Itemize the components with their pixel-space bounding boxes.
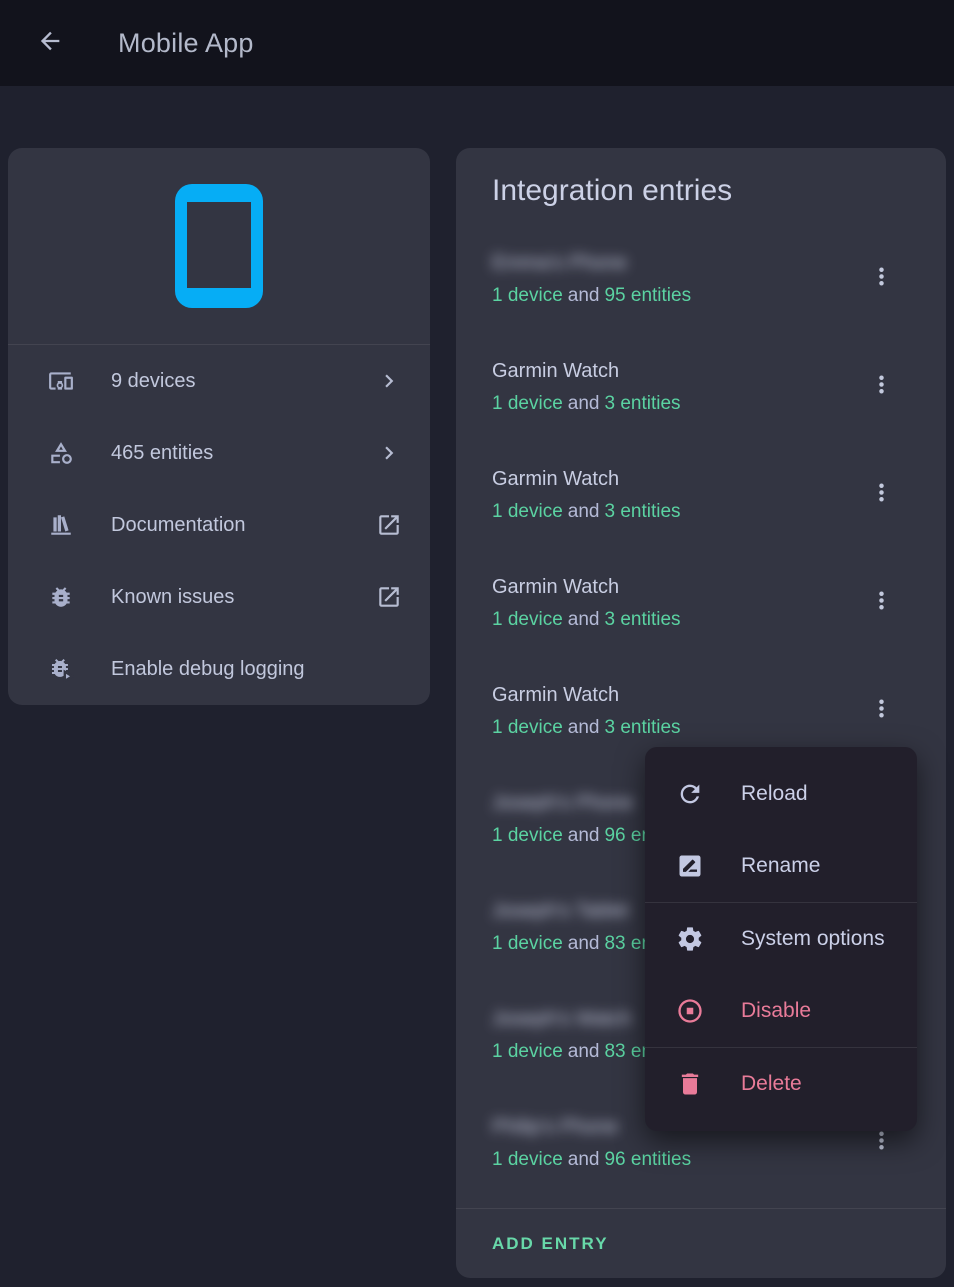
entry-subtitle-separator: and xyxy=(568,609,600,630)
entry-menu-button[interactable] xyxy=(857,687,905,735)
devices-row[interactable]: 9 devices xyxy=(8,345,430,417)
entry-devices-link[interactable]: 1 device xyxy=(492,1149,563,1170)
menu-item-label: Delete xyxy=(741,1072,802,1096)
app-header: Mobile App xyxy=(0,0,954,86)
known-issues-link-label: Known issues xyxy=(111,586,376,609)
entry-subtitle: 1 deviceand3 entities xyxy=(492,607,910,632)
dots-vertical-icon xyxy=(868,371,895,403)
menu-item-disable[interactable]: Disable xyxy=(645,975,917,1047)
entities-link-label: 465 entities xyxy=(111,442,376,465)
page-title: Mobile App xyxy=(118,28,254,59)
entry-devices-link[interactable]: 1 device xyxy=(492,933,563,954)
entry-entities-link[interactable]: 3 entities xyxy=(604,609,680,630)
devices-link-label: 9 devices xyxy=(111,370,376,393)
entry-subtitle-separator: and xyxy=(568,393,600,414)
integration-info-card: 9 devices 465 entities Documentation Kno… xyxy=(8,148,430,705)
integration-entry-row[interactable]: Garmin Watch 1 deviceand3 entities xyxy=(456,441,946,549)
menu-item-delete[interactable]: Delete xyxy=(645,1048,917,1120)
menu-item-reload[interactable]: Reload xyxy=(645,758,917,830)
back-button[interactable] xyxy=(34,27,66,59)
entry-name: Emma's Phone xyxy=(492,250,910,277)
menu-item-label: Reload xyxy=(741,782,808,806)
bookshelf-icon xyxy=(48,512,74,538)
integration-entry-row[interactable]: Emma's Phone 1 deviceand95 entities xyxy=(456,225,946,333)
entry-subtitle-separator: and xyxy=(568,501,600,522)
menu-item-label: Rename xyxy=(741,854,820,878)
documentation-link-label: Documentation xyxy=(111,514,376,537)
entries-card-title: Integration entries xyxy=(456,148,946,225)
entries-card-footer: ADD ENTRY xyxy=(456,1208,946,1278)
menu-item-rename[interactable]: Rename xyxy=(645,830,917,902)
entities-row[interactable]: 465 entities xyxy=(8,417,430,489)
entry-name: Garmin Watch xyxy=(492,682,910,709)
stop-circle-outline-icon xyxy=(676,997,704,1025)
delete-icon xyxy=(676,1070,704,1098)
entry-entities-link[interactable]: 3 entities xyxy=(604,393,680,414)
menu-item-label: Disable xyxy=(741,999,811,1023)
dots-vertical-icon xyxy=(868,695,895,727)
entry-context-menu: Reload Rename System options Disable Del… xyxy=(645,747,917,1131)
arrow-left-icon xyxy=(36,27,64,60)
entry-devices-link[interactable]: 1 device xyxy=(492,393,563,414)
devices-icon xyxy=(48,368,74,394)
rename-box-icon xyxy=(676,852,704,880)
shapes-icon xyxy=(48,440,74,466)
entry-subtitle-separator: and xyxy=(568,825,600,846)
enable-debug-logging-row[interactable]: Enable debug logging xyxy=(8,633,430,705)
entry-subtitle-separator: and xyxy=(568,285,600,306)
dots-vertical-icon xyxy=(868,479,895,511)
open-in-new-icon xyxy=(376,584,402,610)
entry-entities-link[interactable]: 3 entities xyxy=(604,501,680,522)
refresh-icon xyxy=(676,780,704,808)
entry-entities-link[interactable]: 95 entities xyxy=(604,285,691,306)
add-entry-button[interactable]: ADD ENTRY xyxy=(492,1234,609,1254)
entry-menu-button[interactable] xyxy=(857,363,905,411)
cog-icon xyxy=(676,925,704,953)
entry-menu-button[interactable] xyxy=(857,579,905,627)
entry-devices-link[interactable]: 1 device xyxy=(492,501,563,522)
dots-vertical-icon xyxy=(868,1127,895,1159)
enable-debug-logging-label: Enable debug logging xyxy=(111,658,402,681)
entry-devices-link[interactable]: 1 device xyxy=(492,285,563,306)
chevron-right-icon xyxy=(376,368,402,394)
entry-name: Garmin Watch xyxy=(492,466,910,493)
entry-devices-link[interactable]: 1 device xyxy=(492,825,563,846)
cellphone-icon xyxy=(175,184,263,308)
entry-subtitle: 1 deviceand96 entities xyxy=(492,1147,910,1172)
entry-subtitle: 1 deviceand3 entities xyxy=(492,715,910,740)
menu-item-system-options[interactable]: System options xyxy=(645,903,917,975)
dots-vertical-icon xyxy=(868,587,895,619)
entry-name: Garmin Watch xyxy=(492,574,910,601)
integration-logo-section xyxy=(8,148,430,345)
entry-name: Garmin Watch xyxy=(492,358,910,385)
dots-vertical-icon xyxy=(868,263,895,295)
integration-entry-row[interactable]: Garmin Watch 1 deviceand3 entities xyxy=(456,333,946,441)
known-issues-row[interactable]: Known issues xyxy=(8,561,430,633)
integration-entry-row[interactable]: Garmin Watch 1 deviceand3 entities xyxy=(456,549,946,657)
documentation-row[interactable]: Documentation xyxy=(8,489,430,561)
open-in-new-icon xyxy=(376,512,402,538)
entry-subtitle-separator: and xyxy=(568,1149,600,1170)
chevron-right-icon xyxy=(376,440,402,466)
entry-subtitle: 1 deviceand3 entities xyxy=(492,499,910,524)
entry-subtitle-separator: and xyxy=(568,1041,600,1062)
menu-item-label: System options xyxy=(741,927,885,951)
entry-devices-link[interactable]: 1 device xyxy=(492,609,563,630)
entry-subtitle-separator: and xyxy=(568,933,600,954)
entry-menu-button[interactable] xyxy=(857,255,905,303)
entry-entities-link[interactable]: 3 entities xyxy=(604,717,680,738)
bug-icon xyxy=(48,584,74,610)
entry-menu-button[interactable] xyxy=(857,471,905,519)
entry-devices-link[interactable]: 1 device xyxy=(492,717,563,738)
entry-subtitle: 1 deviceand95 entities xyxy=(492,283,910,308)
entry-subtitle: 1 deviceand3 entities xyxy=(492,391,910,416)
entry-entities-link[interactable]: 96 entities xyxy=(604,1149,691,1170)
entry-subtitle-separator: and xyxy=(568,717,600,738)
entry-devices-link[interactable]: 1 device xyxy=(492,1041,563,1062)
bug-play-icon xyxy=(48,656,74,682)
